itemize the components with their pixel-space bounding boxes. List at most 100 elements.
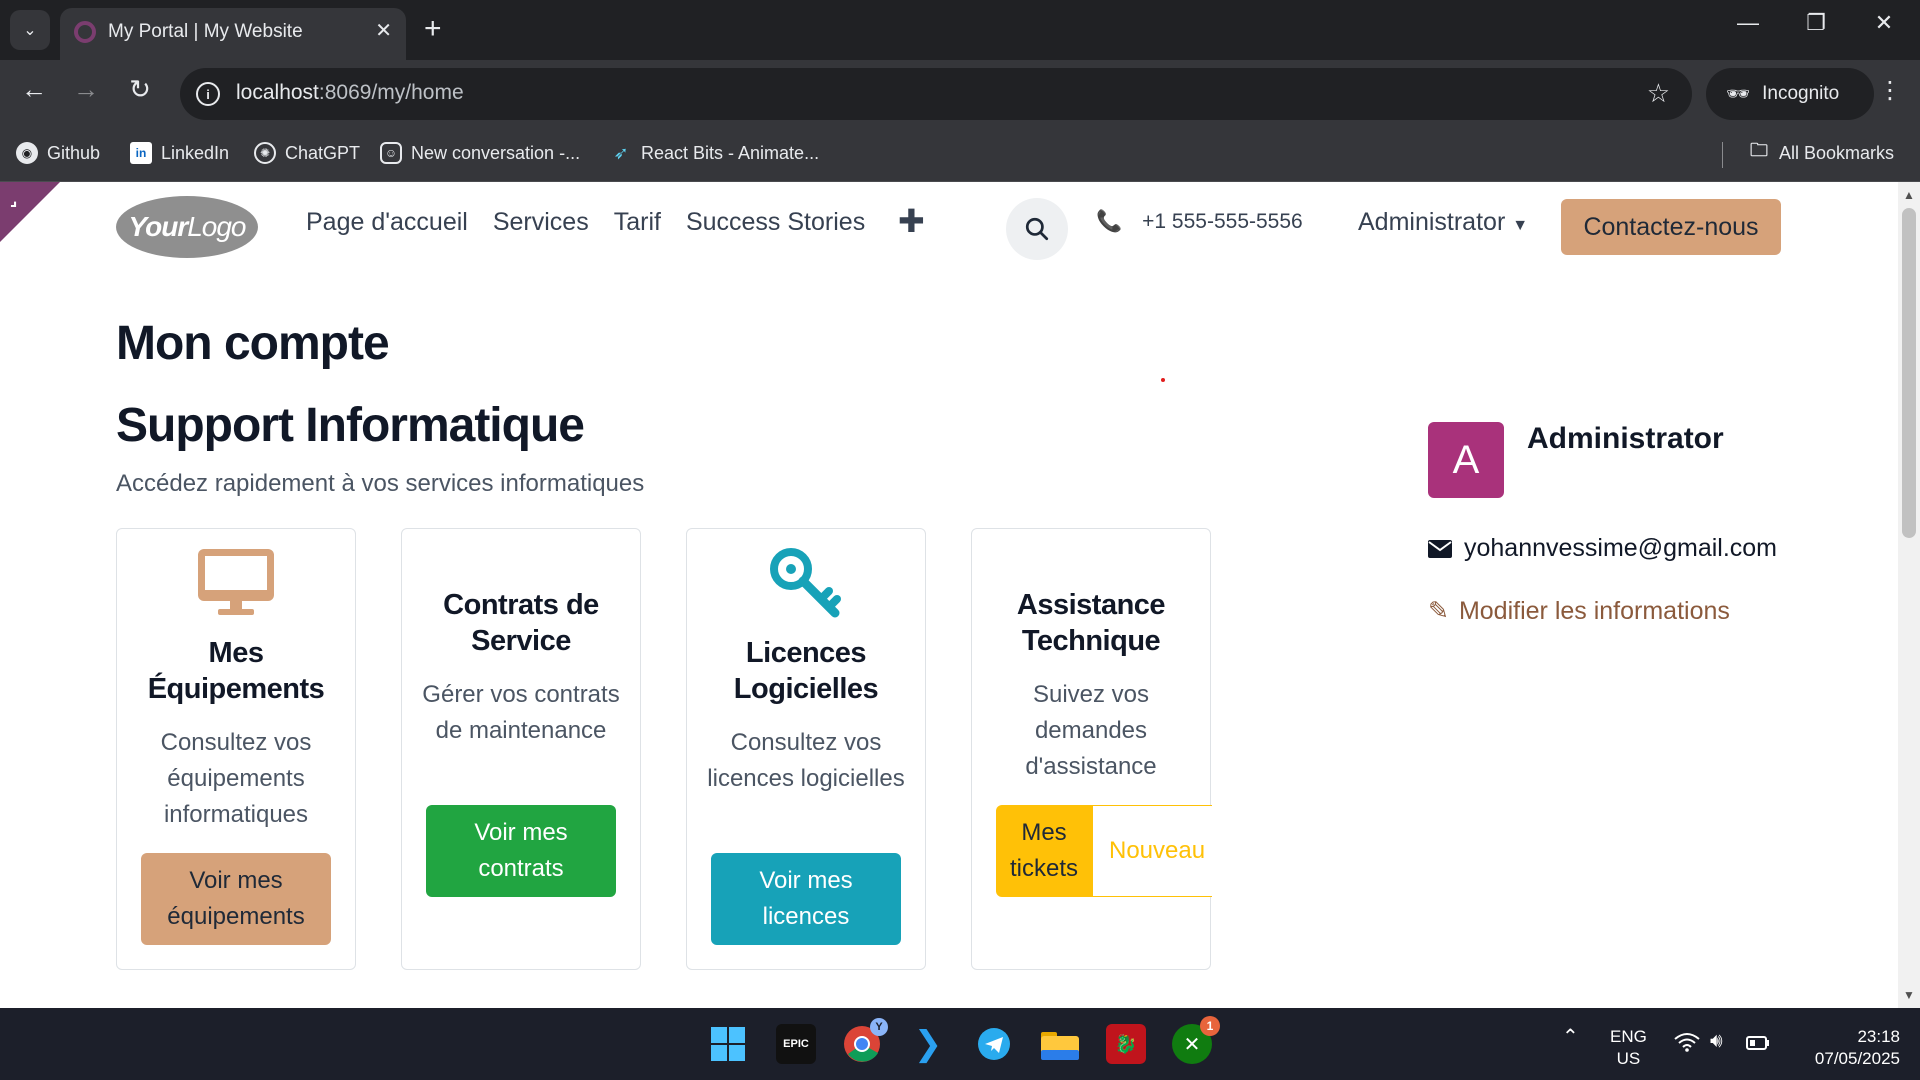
- bookmark-chatgpt[interactable]: ✺ ChatGPT: [254, 142, 360, 164]
- browser-tab-strip: ⌄ My Portal | My Website ✕ + — ❐ ✕: [0, 0, 1920, 60]
- browser-menu-icon[interactable]: ⋮: [1878, 76, 1902, 105]
- telegram-icon[interactable]: [974, 1024, 1014, 1064]
- address-bar[interactable]: i localhost:8069/my/home ☆: [180, 68, 1692, 120]
- window-close-icon[interactable]: ✕: [1864, 10, 1904, 36]
- game-dragon-icon[interactable]: 🐉: [1106, 1024, 1146, 1064]
- chatgpt-icon: ✺: [254, 142, 276, 164]
- mes-tickets-button[interactable]: Mes tickets: [996, 805, 1092, 897]
- incognito-indicator[interactable]: 🕶 Incognito: [1706, 68, 1874, 120]
- wifi-icon[interactable]: [1674, 1032, 1700, 1057]
- scrollbar-thumb[interactable]: [1902, 208, 1916, 538]
- bookmark-star-icon[interactable]: ☆: [1647, 78, 1670, 109]
- user-name: Administrator: [1527, 422, 1724, 455]
- card-title: Licences Logicielles: [733, 637, 879, 705]
- card-title: Assistance Technique: [1016, 589, 1166, 657]
- envelope-icon: [1428, 539, 1452, 558]
- bookmarks-bar: ◉ Github in LinkedIn ✺ ChatGPT ☺ New con…: [0, 128, 1920, 182]
- restore-icon[interactable]: ❐: [1796, 10, 1836, 36]
- avatar: A: [1428, 422, 1504, 498]
- bookmark-react-bits[interactable]: ➶ React Bits - Animate...: [610, 142, 819, 164]
- volume-icon[interactable]: 🔊︎: [1710, 1030, 1723, 1052]
- section-subtitle: Accédez rapidement à vos services inform…: [116, 470, 645, 497]
- bookmarks-separator: [1722, 142, 1723, 168]
- site-info-icon[interactable]: i: [196, 82, 220, 106]
- reload-icon[interactable]: ↻: [120, 74, 160, 105]
- discord-icon: ☺: [380, 142, 402, 164]
- file-explorer-icon[interactable]: [1040, 1024, 1080, 1064]
- search-icon: [1025, 217, 1049, 241]
- card-description: Suivez vos demandes d'assistance: [1025, 681, 1157, 780]
- all-bookmarks-button[interactable]: 🗀 All Bookmarks: [1748, 140, 1894, 164]
- show-hidden-icons-chevron-icon[interactable]: ⌃: [1562, 1026, 1579, 1048]
- caret-down-icon: ▼: [1512, 217, 1529, 234]
- scroll-down-arrow-icon[interactable]: ▼: [1903, 988, 1915, 1002]
- site-logo[interactable]: Your Logo: [116, 196, 258, 258]
- windows-start-icon[interactable]: [708, 1024, 748, 1064]
- tab-close-icon[interactable]: ✕: [375, 18, 392, 43]
- phone-link[interactable]: 📞 +1 555-555-5556: [1096, 210, 1303, 234]
- tab-search-chevron-icon[interactable]: ⌄: [10, 10, 50, 50]
- forward-arrow-icon[interactable]: →: [66, 74, 106, 105]
- corner-arrow-icon: ⌟: [10, 192, 18, 209]
- page-scrollbar[interactable]: ▲ ▼: [1898, 182, 1920, 1008]
- edit-info-link[interactable]: ✎ Modifier les informations: [1428, 596, 1730, 626]
- bookmark-linkedin[interactable]: in LinkedIn: [130, 142, 229, 164]
- bookmark-github[interactable]: ◉ Github: [16, 142, 100, 164]
- vscode-icon[interactable]: ❯: [908, 1024, 948, 1064]
- user-dropdown[interactable]: Administrator ▼: [1358, 208, 1528, 237]
- website-page: ⌟ Your Logo Page d'accueil Services Tarif…: [0, 182, 1898, 1008]
- scroll-up-arrow-icon[interactable]: ▲: [1903, 188, 1915, 202]
- search-button[interactable]: [1006, 198, 1068, 260]
- language-indicator[interactable]: ENG US: [1610, 1026, 1647, 1070]
- chrome-profile-badge: Y: [870, 1018, 888, 1036]
- card-equipements: Mes Équipements Consultez vos équipement…: [116, 528, 356, 970]
- menu-item-home[interactable]: Page d'accueil: [306, 208, 468, 237]
- cursor-dot: [1161, 378, 1165, 382]
- browser-toolbar: ← → ↻ i localhost:8069/my/home ☆ 🕶 Incog…: [0, 60, 1920, 128]
- battery-icon[interactable]: [1746, 1034, 1770, 1056]
- odoo-favicon-icon: [74, 21, 96, 43]
- card-description: Consultez vos équipements informatiques: [160, 729, 312, 828]
- monitor-icon: [117, 547, 355, 619]
- page-title: Mon compte: [116, 317, 390, 370]
- user-email: yohannvessime@gmail.com: [1428, 534, 1777, 563]
- back-arrow-icon[interactable]: ←: [14, 74, 54, 105]
- ticket-button-group: Mes tickets Nouveau ticket: [996, 805, 1212, 897]
- card-description: Gérer vos contrats de maintenance: [422, 681, 620, 744]
- epic-games-icon[interactable]: EPIC: [776, 1024, 816, 1064]
- nouveau-ticket-button[interactable]: Nouveau ticket: [1092, 805, 1212, 897]
- chrome-icon[interactable]: Y: [842, 1018, 888, 1064]
- menu-item-success-stories[interactable]: Success Stories: [686, 208, 865, 237]
- card-title: Mes Équipements: [147, 637, 325, 705]
- minimize-icon[interactable]: —: [1728, 10, 1768, 36]
- bookmark-new-conversation[interactable]: ☺ New conversation -...: [380, 142, 580, 164]
- browser-tab[interactable]: My Portal | My Website ✕: [60, 8, 406, 60]
- react-bits-icon: ➶: [613, 142, 629, 163]
- tab-title: My Portal | My Website: [108, 21, 303, 42]
- card-assistance: Assistance Technique Suivez vos demandes…: [971, 528, 1212, 970]
- card-description: Consultez vos licences logicielles: [707, 729, 905, 792]
- card-contrats: Contrats de Service Gérer vos contrats d…: [401, 528, 641, 970]
- notification-badge: 1: [1200, 1016, 1220, 1036]
- card-licences: Licences Logicielles Consultez vos licen…: [686, 528, 926, 970]
- voir-licences-button[interactable]: Voir mes licences: [711, 853, 901, 945]
- contact-button[interactable]: Contactez-nous: [1561, 199, 1781, 255]
- xbox-icon[interactable]: ✕ 1: [1172, 1016, 1220, 1064]
- github-icon: ◉: [16, 142, 38, 164]
- windows-taskbar: EPIC Y ❯ 🐉 ✕ 1 ⌃ ENG US 🔊︎ 23:18 07/05/202…: [0, 1008, 1920, 1080]
- add-menu-plus-icon[interactable]: ✚: [898, 202, 925, 240]
- main-menu: Page d'accueil Services Tarif Success St…: [306, 208, 865, 237]
- folder-icon: 🗀: [1750, 140, 1768, 160]
- key-icon: [687, 547, 925, 621]
- section-title: Support Informatique: [116, 399, 585, 452]
- clock[interactable]: 23:18 07/05/2025: [1790, 1026, 1900, 1070]
- url-text: localhost:8069/my/home: [236, 81, 464, 104]
- menu-item-services[interactable]: Services: [493, 208, 589, 237]
- incognito-icon: 🕶: [1726, 84, 1751, 105]
- new-tab-button[interactable]: +: [424, 12, 442, 46]
- card-title: Contrats de Service: [443, 589, 599, 657]
- menu-item-tarif[interactable]: Tarif: [614, 208, 661, 237]
- voir-contrats-button[interactable]: Voir mes contrats: [426, 805, 616, 897]
- voir-equipements-button[interactable]: Voir mes équipements: [141, 853, 331, 945]
- edit-mode-corner[interactable]: [0, 182, 60, 242]
